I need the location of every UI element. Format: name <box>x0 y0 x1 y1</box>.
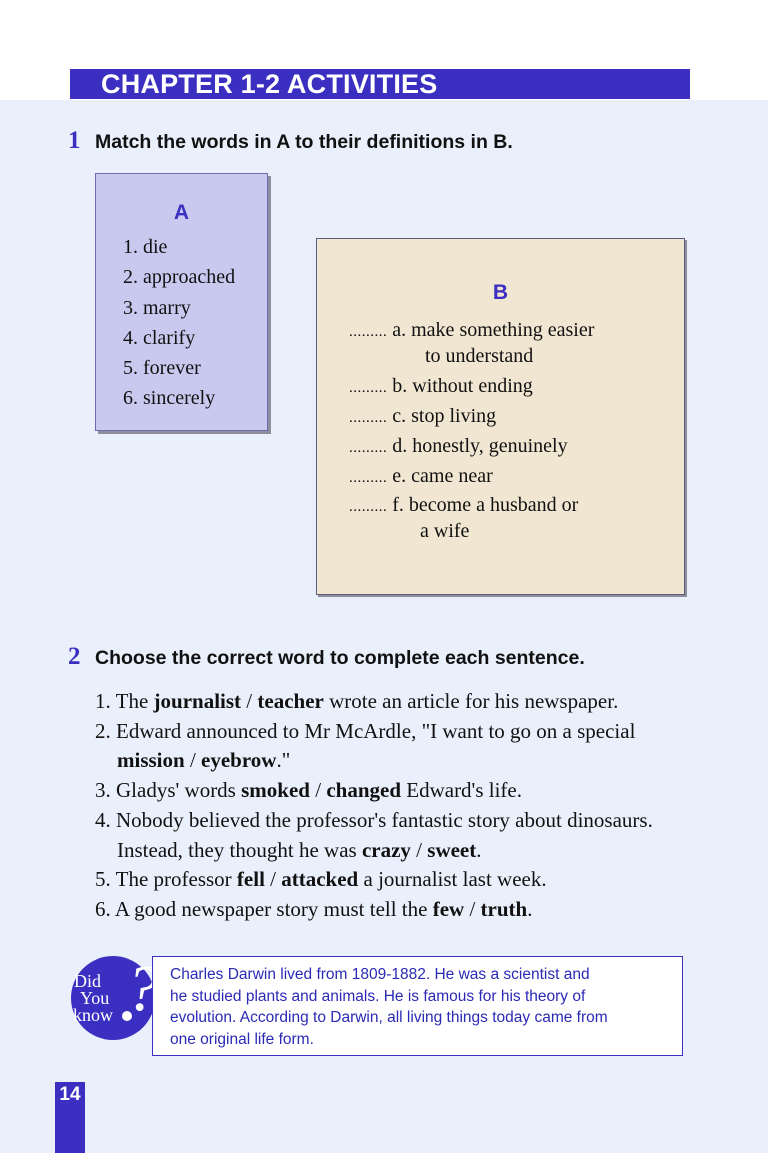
sentence-text: . <box>476 838 482 862</box>
did-you-know-box: Charles Darwin lived from 1809-1882. He … <box>152 956 683 1056</box>
sentence-text: . <box>527 897 533 921</box>
definition-text: f. become a husband or <box>392 494 579 516</box>
definition-a: ......... a. make something easier <box>349 319 594 342</box>
option-1[interactable]: fell <box>237 867 265 891</box>
definition-f-continued: a wife <box>420 520 470 542</box>
option-separator: / <box>184 748 202 772</box>
exercise-2-number: 2 <box>68 643 81 670</box>
exercise-1-number: 1 <box>68 127 81 154</box>
option-1[interactable]: crazy <box>362 838 411 862</box>
option-separator: / <box>464 897 481 921</box>
column-a-item: 2. approached <box>123 266 236 289</box>
sentence-text: 3. Gladys' words <box>95 778 242 802</box>
option-2[interactable]: attacked <box>281 867 358 891</box>
fact-line: evolution. According to Darwin, all livi… <box>170 1009 608 1026</box>
question-mark-icon: ? Did You know <box>71 952 159 1040</box>
definition-f: ......... f. become a husband or <box>349 494 578 517</box>
option-1[interactable]: mission <box>117 748 185 772</box>
option-1[interactable]: journalist <box>154 689 242 713</box>
definition-d: ......... d. honestly, genuinely <box>349 435 568 458</box>
definition-text: a. make something easier <box>392 319 595 341</box>
sentence-text: a journalist last week. <box>358 867 547 891</box>
sentence-5: 5. The professor fell / attacked a journ… <box>95 867 547 892</box>
column-a-list: 1. die 2. approached 3. marry 4. clarify… <box>123 232 235 414</box>
did-you-know-badge: ? Did You know <box>70 952 159 1041</box>
column-b-box: B ......... a. make something easier to … <box>316 238 685 595</box>
option-2[interactable]: changed <box>326 778 401 802</box>
sentence-4-continued: Instead, they thought he was crazy / swe… <box>117 838 482 863</box>
column-a-box: A 1. die 2. approached 3. marry 4. clari… <box>95 173 268 431</box>
answer-blank[interactable]: ......... <box>349 324 387 340</box>
sentence-3: 3. Gladys' words smoked / changed Edward… <box>95 778 522 803</box>
option-1[interactable]: smoked <box>241 778 310 802</box>
sentence-text: 6. A good newspaper story must tell the <box>95 897 433 921</box>
badge-line-3: know <box>73 1005 113 1025</box>
sentence-text: 4. Nobody believed the professor's fanta… <box>95 808 653 832</box>
exercise-1-instruction: Match the words in A to their definition… <box>95 131 513 153</box>
definition-b: ......... b. without ending <box>349 375 533 398</box>
option-1[interactable]: few <box>433 897 464 921</box>
column-a-item: 3. marry <box>123 296 191 319</box>
answer-blank[interactable]: ......... <box>349 499 387 515</box>
definition-c: ......... c. stop living <box>349 405 496 428</box>
option-separator: / <box>264 867 282 891</box>
definition-text: e. came near <box>392 465 493 487</box>
chapter-title: CHAPTER 1-2 ACTIVITIES <box>70 69 690 99</box>
option-2[interactable]: truth <box>481 897 528 921</box>
sentence-2-continued: mission / eyebrow." <box>117 748 290 773</box>
answer-blank[interactable]: ......... <box>349 440 387 456</box>
sentence-1: 1. The journalist / teacher wrote an art… <box>95 689 618 714</box>
answer-blank[interactable]: ......... <box>349 470 387 486</box>
option-2[interactable]: teacher <box>257 689 323 713</box>
column-a-item: 6. sincerely <box>123 387 216 410</box>
definition-text: b. without ending <box>392 375 533 397</box>
column-a-heading: A <box>173 201 190 224</box>
column-a-item: 4. clarify <box>123 326 196 349</box>
answer-blank[interactable]: ......... <box>349 380 387 396</box>
definition-text: c. stop living <box>392 405 497 427</box>
sentence-4: 4. Nobody believed the professor's fanta… <box>95 808 653 833</box>
definition-e: ......... e. came near <box>349 465 493 488</box>
option-2[interactable]: eyebrow <box>201 748 276 772</box>
sentence-text: ." <box>276 748 291 772</box>
fact-line: Charles Darwin lived from 1809-1882. He … <box>170 966 590 983</box>
exercise-2-instruction: Choose the correct word to complete each… <box>95 647 585 669</box>
sentence-text: 5. The professor <box>95 867 237 891</box>
option-2[interactable]: sweet <box>427 838 476 862</box>
definition-text: d. honestly, genuinely <box>392 435 568 457</box>
option-separator: / <box>309 778 327 802</box>
sentence-2: 2. Edward announced to Mr McArdle, "I wa… <box>95 719 635 744</box>
column-b-heading: B <box>492 281 509 304</box>
sentence-text: 1. The <box>95 689 154 713</box>
fact-line: he studied plants and animals. He is fam… <box>170 987 586 1005</box>
sentence-text: Edward's life. <box>401 778 522 802</box>
sentence-text: Instead, they thought he was <box>117 838 362 862</box>
column-a-item: 5. forever <box>123 357 201 380</box>
definition-a-continued: to understand <box>425 345 534 367</box>
answer-blank[interactable]: ......... <box>349 410 387 426</box>
option-separator: / <box>241 689 258 713</box>
page-number: 14 <box>59 1084 81 1105</box>
sentence-text: wrote an article for his newspaper. <box>323 689 619 713</box>
option-separator: / <box>410 838 428 862</box>
fact-line: one original life form. <box>170 1030 314 1048</box>
sentence-text: 2. Edward announced to Mr McArdle, "I wa… <box>95 719 636 743</box>
sentence-6: 6. A good newspaper story must tell the … <box>95 897 532 922</box>
column-a-item: 1. die <box>123 236 168 258</box>
